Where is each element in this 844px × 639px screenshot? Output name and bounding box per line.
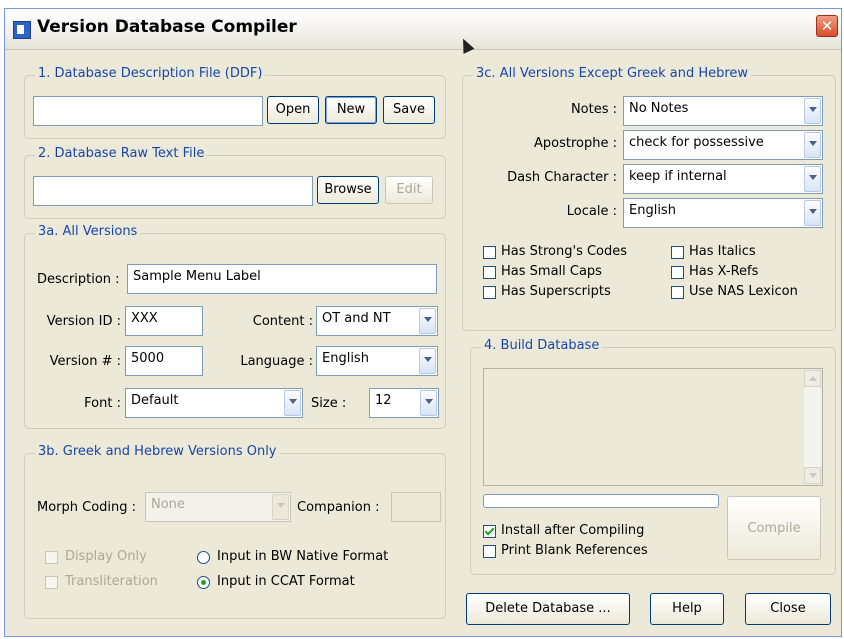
scroll-up-icon[interactable] [804,370,821,387]
apostrophe-select[interactable]: check for possessive [623,130,823,160]
xrefs-checkbox[interactable] [671,266,684,279]
scroll-down-icon[interactable] [804,467,821,484]
companion-label: Companion : [297,500,380,515]
language-select[interactable]: English [316,346,438,376]
ccat-format-radio[interactable] [197,576,210,589]
dash-character-label: Dash Character : [507,170,617,185]
edit-button[interactable]: Edit [385,176,433,204]
version-number-label: Version # : [49,354,121,369]
chevron-down-icon [272,494,289,520]
all-versions-legend: 3a. All Versions [35,224,141,239]
nas-lexicon-label: Use NAS Lexicon [689,284,798,299]
raw-legend: 2. Database Raw Text File [35,146,208,161]
app-icon [13,21,31,39]
ddf-path-input[interactable] [33,96,263,126]
greek-legend: 3b. Greek and Hebrew Versions Only [35,444,280,459]
version-id-label: Version ID : [46,314,121,329]
except-greek-group: 3c. All Versions Except Greek and Hebrew… [462,66,836,331]
strongs-codes-checkbox[interactable] [483,246,496,259]
size-label: Size : [311,396,347,411]
description-input[interactable]: Sample Menu Label [127,264,437,294]
bw-format-radio[interactable] [197,551,210,564]
ccat-format-label: Input in CCAT Format [217,574,355,589]
install-after-compiling-checkbox[interactable] [483,525,496,538]
window-title: Version Database Compiler [37,17,297,37]
save-button[interactable]: Save [383,96,435,124]
font-label: Font : [84,396,121,411]
strongs-codes-label: Has Strong's Codes [501,244,628,259]
chevron-down-icon[interactable] [420,390,437,416]
small-caps-checkbox[interactable] [483,266,496,279]
locale-select[interactable]: English [623,198,823,228]
ddf-legend: 1. Database Description File (DDF) [35,66,266,81]
morph-coding-select[interactable]: None [145,492,291,522]
build-log-list[interactable] [483,368,823,486]
dialog-window: Version Database Compiler ✕ 1. Database … [4,8,842,637]
chevron-down-icon[interactable] [804,166,821,192]
print-blank-references-label: Print Blank References [501,543,648,558]
dash-character-select[interactable]: keep if internal [623,164,823,194]
chevron-down-icon[interactable] [419,308,436,334]
close-button[interactable]: Close [745,593,831,625]
display-only-checkbox[interactable] [45,551,58,564]
small-caps-label: Has Small Caps [501,264,602,279]
content-label: Content : [252,314,313,329]
transliteration-checkbox[interactable] [45,576,58,589]
xrefs-label: Has X-Refs [689,264,759,279]
all-versions-group: 3a. All Versions Description : Sample Me… [24,224,446,429]
notes-label: Notes : [570,102,617,117]
except-legend: 3c. All Versions Except Greek and Hebrew [473,66,752,81]
morph-coding-label: Morph Coding : [37,500,137,515]
chevron-down-icon[interactable] [804,98,821,124]
open-button[interactable]: Open [267,96,319,124]
build-database-group: 4. Build Database Compile Install after … [470,338,836,575]
language-label: Language : [240,354,313,369]
locale-label: Locale : [566,204,617,219]
greek-hebrew-group: 3b. Greek and Hebrew Versions Only Morph… [24,444,446,619]
raw-text-group: 2. Database Raw Text File Browse Edit [24,146,446,219]
apostrophe-label: Apostrophe : [534,136,617,151]
help-button[interactable]: Help [650,593,724,625]
delete-database-button[interactable]: Delete Database ... [466,593,630,625]
chevron-down-icon[interactable] [419,348,436,374]
chevron-down-icon[interactable] [284,390,301,416]
notes-select[interactable]: No Notes [623,96,823,126]
nas-lexicon-checkbox[interactable] [671,286,684,299]
bw-format-label: Input in BW Native Format [217,549,389,564]
font-select[interactable]: Default [125,388,303,418]
companion-input[interactable] [391,492,441,522]
browse-button[interactable]: Browse [317,176,379,204]
superscripts-label: Has Superscripts [501,284,611,299]
compile-button[interactable]: Compile [727,496,821,560]
italics-checkbox[interactable] [671,246,684,259]
version-id-input[interactable]: XXX [125,306,203,336]
ddf-group: 1. Database Description File (DDF) Open … [24,66,446,139]
build-progress-bar [483,494,719,508]
content-select[interactable]: OT and NT [316,306,438,336]
italics-label: Has Italics [689,244,756,259]
superscripts-checkbox[interactable] [483,286,496,299]
size-select[interactable]: 12 [369,388,439,418]
install-after-compiling-label: Install after Compiling [501,523,645,538]
display-only-label: Display Only [65,549,147,564]
title-bar: Version Database Compiler ✕ [5,9,841,50]
description-label: Description : [37,272,120,287]
new-button[interactable]: New [325,96,377,124]
close-icon[interactable]: ✕ [816,15,838,37]
print-blank-references-checkbox[interactable] [483,545,496,558]
version-number-input[interactable]: 5000 [125,346,203,376]
raw-path-input[interactable] [33,176,313,206]
transliteration-label: Transliteration [65,574,158,589]
log-scrollbar[interactable] [804,370,821,484]
chevron-down-icon[interactable] [804,200,821,226]
chevron-down-icon[interactable] [804,132,821,158]
build-legend: 4. Build Database [481,338,603,353]
